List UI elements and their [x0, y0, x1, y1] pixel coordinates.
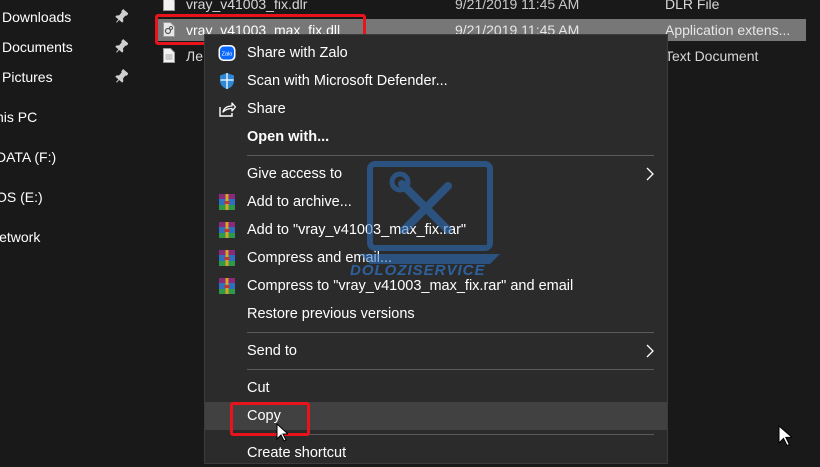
menu-item-label: Cut: [247, 380, 270, 396]
menu-item-open-with[interactable]: Open with...: [205, 123, 667, 151]
menu-separator: [247, 369, 654, 370]
nav-item-label: letwork: [0, 229, 41, 245]
nav-item-data-drive[interactable]: DATA (F:): [0, 145, 134, 169]
mouse-pointer-icon: [276, 423, 288, 442]
nav-item-pictures[interactable]: Pictures: [0, 65, 134, 89]
nav-item-os-drive[interactable]: OS (E:): [0, 185, 134, 209]
menu-item-create-shortcut[interactable]: Create shortcut: [205, 439, 667, 467]
menu-item-label: Give access to: [247, 166, 343, 182]
nav-item-label: DATA (F:): [0, 149, 57, 165]
winrar-icon: [219, 222, 235, 238]
chevron-right-icon: [646, 344, 654, 358]
nav-item-label: OS (E:): [0, 189, 43, 205]
menu-separator: [247, 332, 654, 333]
zalo-icon: Zalo: [218, 45, 236, 61]
svg-text:Zalo: Zalo: [222, 52, 233, 58]
share-icon: [219, 102, 236, 117]
winrar-icon: [219, 250, 235, 266]
menu-item-label: Restore previous versions: [247, 306, 415, 322]
nav-item-downloads[interactable]: Downloads: [0, 5, 134, 29]
menu-item-send-to[interactable]: Send to: [205, 337, 667, 365]
mouse-pointer-icon: [778, 425, 792, 447]
file-type: Text Document: [665, 48, 759, 64]
menu-item-label: Create shortcut: [247, 445, 347, 461]
menu-item-cut[interactable]: Cut: [205, 374, 667, 402]
dll-file-icon: [163, 22, 175, 37]
chevron-right-icon: [646, 167, 654, 181]
nav-item-label: Downloads: [2, 9, 72, 25]
file-type: DLR File: [665, 0, 720, 12]
file-name: vray_v41003_fix.dlr: [186, 0, 308, 12]
nav-item-network[interactable]: letwork: [0, 225, 134, 249]
menu-item-restore-previous-versions[interactable]: Restore previous versions: [205, 300, 667, 328]
file-name: Ле: [186, 48, 203, 64]
navigation-pane: Downloads Documents Pictures his PC DATA…: [0, 0, 134, 450]
text-file-icon: [163, 48, 175, 63]
pin-icon: [115, 39, 128, 53]
menu-item-share-with-zalo[interactable]: Zalo Share with Zalo: [205, 39, 667, 67]
file-date: 9/21/2019 11:45 AM: [455, 0, 580, 12]
pin-icon: [115, 9, 128, 23]
menu-item-label: Send to: [247, 343, 297, 359]
nav-item-documents[interactable]: Documents: [0, 35, 134, 59]
menu-item-scan-defender[interactable]: Scan with Microsoft Defender...: [205, 67, 667, 95]
file-type: Application extens...: [665, 22, 791, 38]
menu-item-copy[interactable]: Copy: [205, 402, 667, 430]
menu-item-label: Scan with Microsoft Defender...: [247, 73, 448, 89]
menu-item-share[interactable]: Share: [205, 95, 667, 123]
nav-item-label: Documents: [2, 39, 73, 55]
winrar-icon: [219, 278, 235, 294]
nav-item-label: his PC: [0, 109, 38, 125]
menu-item-label: Add to archive...: [247, 194, 352, 210]
menu-separator: [247, 434, 654, 435]
pin-icon: [115, 69, 128, 83]
watermark-text: DOLOZISERVICE: [350, 262, 486, 279]
menu-item-label: Share with Zalo: [247, 45, 348, 61]
winrar-icon: [219, 194, 235, 210]
menu-item-label: Share: [247, 101, 286, 117]
nav-item-label: Pictures: [2, 69, 53, 85]
file-row[interactable]: vray_v41003_fix.dlr 9/21/2019 11:45 AM D…: [157, 0, 806, 15]
nav-item-this-pc[interactable]: his PC: [0, 105, 134, 129]
menu-item-label: Open with...: [247, 129, 330, 145]
file-icon: [163, 0, 175, 11]
defender-shield-icon: [220, 73, 234, 89]
